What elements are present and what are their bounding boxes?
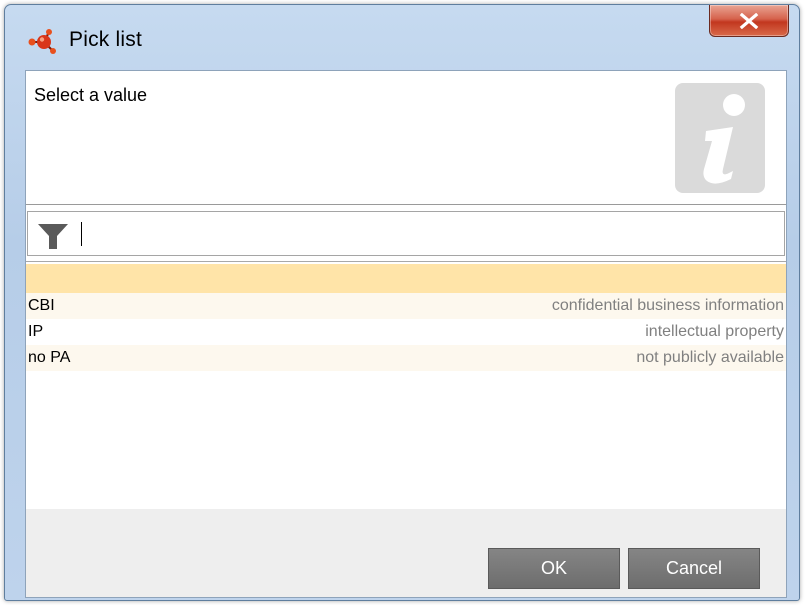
item-description: confidential business information xyxy=(551,297,784,314)
title-bar[interactable]: Pick list xyxy=(5,5,799,69)
item-description: intellectual property xyxy=(645,323,784,340)
message-text: Select a value xyxy=(34,85,148,105)
item-code: no PA xyxy=(28,349,71,366)
text-cursor xyxy=(81,222,82,246)
cancel-button[interactable]: Cancel xyxy=(628,548,760,589)
funnel-icon xyxy=(38,224,68,249)
list-item-cbi[interactable]: CBI confidential business information xyxy=(26,293,786,319)
window-title: Pick list xyxy=(69,28,142,51)
message-area: Select a value xyxy=(26,71,786,205)
ok-button[interactable]: OK xyxy=(488,548,620,589)
close-button[interactable] xyxy=(709,5,789,37)
item-code: CBI xyxy=(28,297,55,314)
dialog-body: Select a value CBI confidential business… xyxy=(25,70,787,598)
item-code: IP xyxy=(28,323,44,340)
list-item-empty[interactable] xyxy=(26,264,786,293)
value-list[interactable]: CBI confidential business information IP… xyxy=(26,261,786,510)
info-icon xyxy=(675,83,765,193)
list-item-ip[interactable]: IP intellectual property xyxy=(26,319,786,345)
molecule-icon xyxy=(28,29,56,54)
filter-field[interactable] xyxy=(27,211,785,256)
list-item-no-pa[interactable]: no PA not publicly available xyxy=(26,345,786,371)
pick-list-dialog: Pick list Select a value CBI confidentia… xyxy=(4,4,800,601)
close-x-icon xyxy=(739,12,759,29)
button-bar: OK Cancel xyxy=(26,509,786,597)
item-description: not publicly available xyxy=(636,349,784,366)
